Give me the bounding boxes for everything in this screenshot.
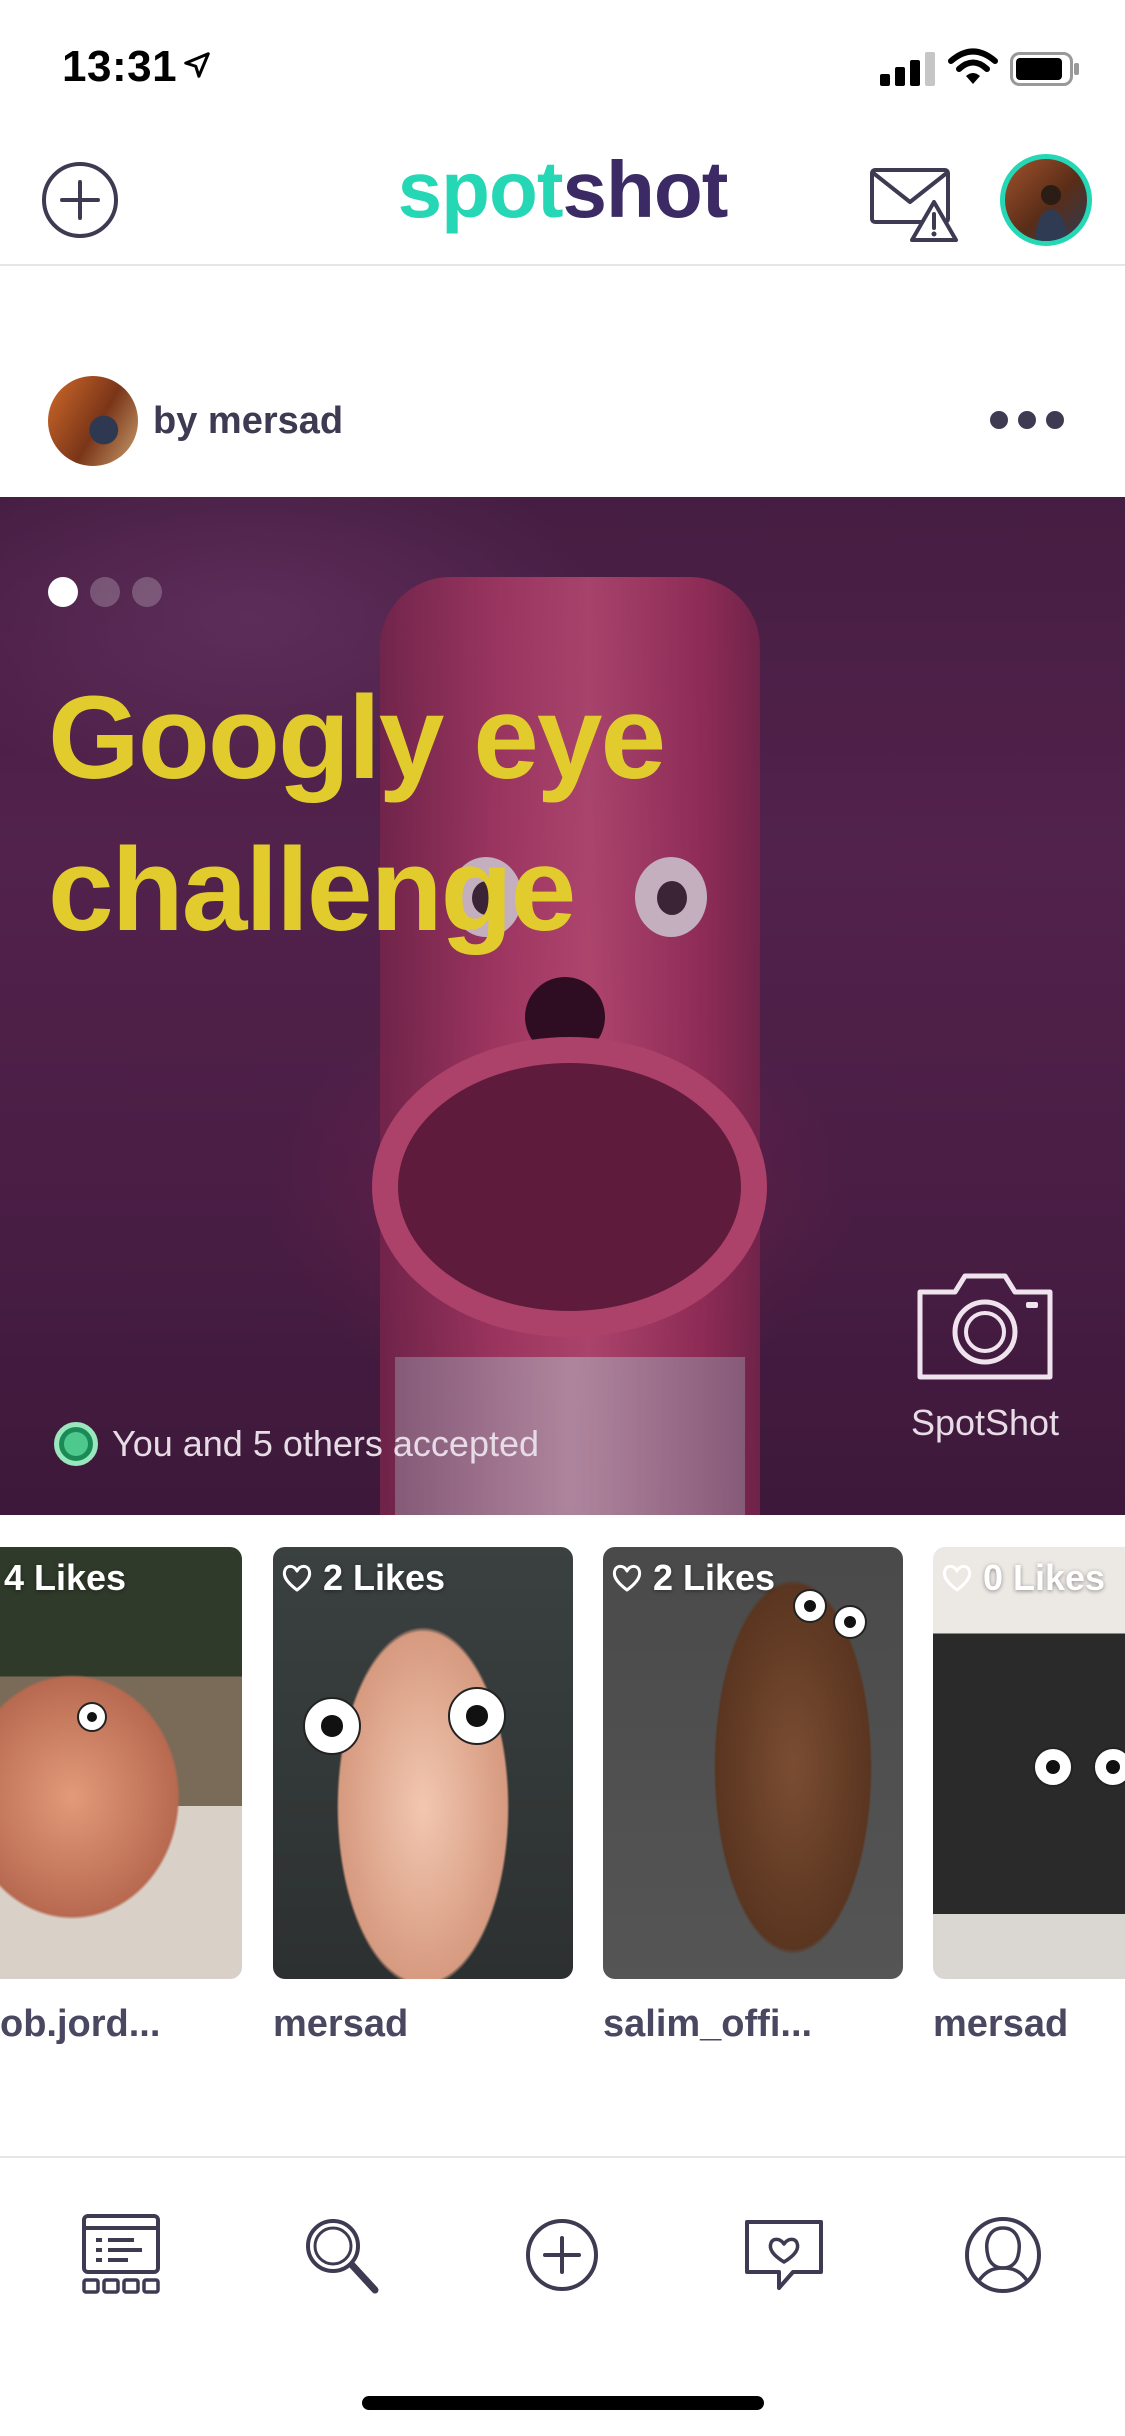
mail-alert-icon	[870, 168, 958, 242]
entry-card[interactable]: 2 Likes salim_offi...	[603, 1547, 903, 2046]
camera-label: SpotShot	[910, 1402, 1060, 1443]
more-dot	[1018, 411, 1036, 429]
search-icon	[306, 2219, 379, 2294]
entry-likes: 2 Likes	[281, 1557, 445, 1599]
googly-eye	[448, 1687, 506, 1745]
tab-add[interactable]	[517, 2210, 607, 2300]
entry-likes-count: 2 Likes	[653, 1557, 776, 1598]
entry-likes-count: 2 Likes	[323, 1557, 446, 1598]
wifi-icon	[948, 48, 998, 91]
challenge-title: Googly eye challenge	[48, 662, 948, 966]
carousel-indicator	[48, 577, 162, 607]
entry-likes: 0 Likes	[941, 1557, 1105, 1599]
more-dots-icon	[990, 411, 1008, 429]
avatar-image	[1035, 185, 1067, 241]
accepted-status: You and 5 others accepted	[54, 1422, 539, 1466]
entry-photo[interactable]: 2 Likes	[603, 1547, 903, 1979]
googly-eye	[1033, 1747, 1073, 1787]
entry-card[interactable]: 4 Likes ob.jord...	[0, 1547, 242, 2046]
tab-messages[interactable]	[739, 2210, 829, 2300]
more-dot	[1046, 411, 1064, 429]
entry-username[interactable]: ob.jord...	[0, 2003, 242, 2046]
challenge-hero[interactable]: Googly eye challenge You and 5 others ac…	[0, 497, 1125, 1515]
status-time: 13:31	[62, 42, 178, 91]
entry-photo[interactable]: 2 Likes	[273, 1547, 573, 1979]
entry-likes-count: 4 Likes	[4, 1557, 127, 1598]
googly-eye	[303, 1697, 361, 1755]
status-bar: 13:31	[0, 0, 1125, 130]
logo-shot: shot	[562, 145, 729, 234]
entry-username[interactable]: salim_offi...	[603, 2003, 903, 2046]
logo-spot: spot	[397, 145, 564, 234]
heart-icon[interactable]	[611, 1563, 643, 1593]
entry-card[interactable]: 2 Likes mersad	[273, 1547, 573, 2046]
entry-username[interactable]: mersad	[933, 2003, 1125, 2046]
tab-bar	[0, 2156, 1125, 2436]
app-header: spotshot	[0, 130, 1125, 266]
tab-search[interactable]	[295, 2210, 385, 2300]
mail-alert-button[interactable]	[868, 154, 960, 246]
tab-feed[interactable]	[76, 2210, 166, 2300]
feed-icon	[82, 2214, 160, 2294]
googly-eye	[77, 1702, 107, 1732]
accepted-text: You and 5 others accepted	[112, 1423, 540, 1464]
entry-photo[interactable]: 0 Likes	[933, 1547, 1125, 1979]
profile-avatar[interactable]	[1000, 154, 1092, 246]
messages-heart-icon	[745, 2220, 823, 2290]
more-options-button[interactable]	[990, 405, 1070, 435]
carousel-dot	[132, 577, 162, 607]
challenge-title-line1: Googly eye	[48, 672, 666, 804]
heart-icon[interactable]	[281, 1563, 313, 1593]
signal-icon	[880, 52, 936, 91]
post-header: by mersad	[0, 360, 1125, 495]
entry-likes-count: 0 Likes	[983, 1557, 1106, 1598]
home-indicator[interactable]	[362, 2396, 764, 2410]
heart-icon[interactable]	[941, 1563, 973, 1593]
entry-card[interactable]: 0 Likes mersad	[933, 1547, 1125, 2046]
add-circle-icon	[526, 2219, 598, 2291]
carousel-dot	[90, 577, 120, 607]
accepted-indicator-icon	[54, 1422, 98, 1466]
entry-likes: 2 Likes	[611, 1557, 775, 1599]
challenge-title-line2: challenge	[48, 824, 576, 956]
author-avatar[interactable]	[48, 376, 138, 466]
googly-eye	[1093, 1747, 1125, 1787]
camera-icon	[917, 1273, 1053, 1380]
tab-profile[interactable]	[958, 2210, 1048, 2300]
googly-eye	[793, 1589, 827, 1623]
battery-icon	[1010, 52, 1080, 91]
entries-row[interactable]: 4 Likes ob.jord... 2 Likes mersad 2 Like…	[0, 1547, 1125, 2077]
location-arrow-icon	[182, 50, 212, 85]
spotshot-camera-button[interactable]: SpotShot	[910, 1262, 1060, 1482]
entry-username[interactable]: mersad	[273, 2003, 573, 2046]
entry-photo[interactable]: 4 Likes	[0, 1547, 242, 1979]
author-label[interactable]: by mersad	[153, 400, 343, 443]
googly-eye	[833, 1605, 867, 1639]
carousel-dot-active	[48, 577, 78, 607]
entry-likes: 4 Likes	[4, 1557, 126, 1599]
profile-icon	[965, 2217, 1041, 2293]
